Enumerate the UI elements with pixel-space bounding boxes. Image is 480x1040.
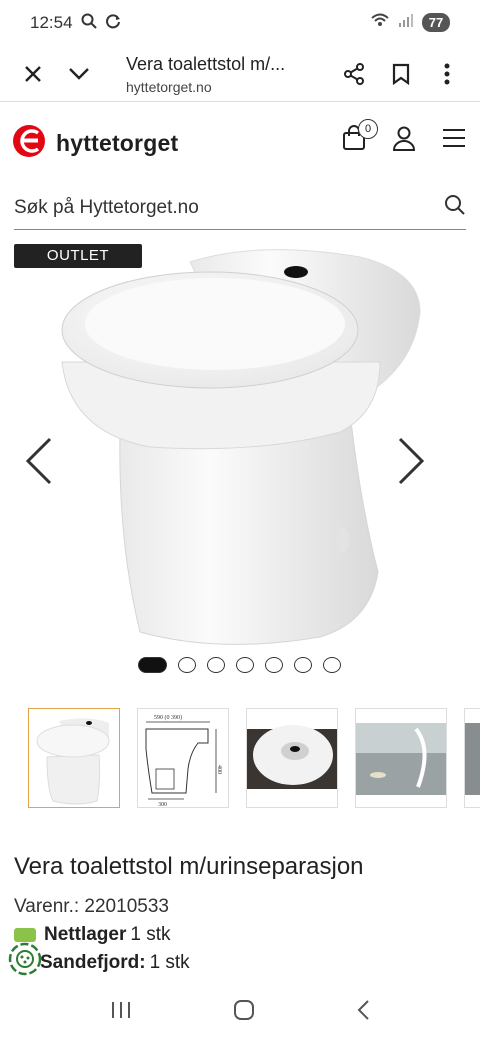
chevron-down-icon[interactable] [64, 59, 94, 89]
next-image-arrow-icon[interactable] [396, 436, 426, 486]
recent-apps-icon[interactable] [110, 1000, 132, 1025]
logo-text: hyttetorget [56, 130, 179, 156]
gallery-dot[interactable] [294, 657, 312, 673]
browser-page-title: Vera toalettstol m/... [126, 53, 286, 74]
cart-count-badge: 0 [358, 119, 378, 139]
logo-mark-icon [12, 124, 46, 163]
stock-row: Sandefjord: 1 stk [40, 952, 190, 974]
product-sku: Varenr.: 22010533 [14, 896, 169, 918]
gallery-dot[interactable] [323, 657, 341, 673]
menu-icon[interactable] [442, 128, 466, 153]
share-icon[interactable] [339, 59, 369, 89]
thumbnail-drawing[interactable]: 590 (0 390) 400 300 [137, 708, 229, 808]
cart-button[interactable]: 0 [342, 119, 378, 156]
gallery-dot[interactable] [178, 657, 196, 673]
sync-status-icon [105, 13, 121, 34]
thumbnail-closeup[interactable] [355, 708, 447, 808]
browser-title-block[interactable]: Vera toalettstol m/... hyttetorget.no [126, 46, 285, 102]
battery-indicator: 77 [422, 13, 450, 32]
back-icon[interactable] [356, 999, 370, 1026]
gallery-thumbnails: 590 (0 390) 400 300 [28, 708, 480, 808]
outlet-badge: OUTLET [14, 244, 142, 268]
drawing-width-label: 590 (0 390) [154, 714, 182, 721]
stock-location: Nettlager [44, 924, 127, 945]
browser-toolbar: Vera toalettstol m/... hyttetorget.no [0, 46, 480, 102]
stock-qty: 1 stk [130, 924, 171, 945]
stock-qty: 1 stk [149, 952, 190, 973]
site-header: hyttetorget 0 [0, 103, 480, 179]
shopping-bag-icon [342, 125, 366, 155]
search-status-icon [81, 13, 97, 34]
search-placeholder: Søk på Hyttetorget.no [14, 196, 199, 218]
gallery-pagination [138, 657, 341, 673]
drawing-base-label: 300 [158, 802, 167, 808]
stock-location: Sandefjord: [40, 952, 146, 973]
cookie-settings-icon[interactable] [8, 942, 42, 976]
thumbnail-bowl-interior[interactable] [246, 708, 338, 808]
status-time: 12:54 [30, 13, 73, 32]
home-icon[interactable] [233, 999, 255, 1026]
account-icon[interactable] [392, 125, 416, 156]
gallery-dot[interactable] [236, 657, 254, 673]
gallery-dot[interactable] [138, 657, 167, 673]
search-icon[interactable] [444, 194, 466, 221]
sku-value: 22010533 [84, 896, 169, 917]
product-title: Vera toalettstol m/urinseparasjon [14, 853, 364, 880]
gallery-dot[interactable] [207, 657, 225, 673]
sku-label: Varenr.: [14, 896, 80, 917]
browser-url: hyttetorget.no [126, 78, 212, 95]
status-bar: 12:54 77 [0, 0, 480, 46]
signal-icon [398, 12, 414, 33]
wifi-icon [370, 12, 390, 33]
gallery-dot[interactable] [265, 657, 283, 673]
more-vertical-icon[interactable] [432, 59, 462, 89]
search-input[interactable]: Søk på Hyttetorget.no [14, 186, 466, 230]
thumbnail-partial[interactable] [464, 708, 480, 808]
drawing-height-label: 400 [216, 765, 222, 774]
close-icon[interactable] [18, 59, 48, 89]
system-nav-bar [0, 984, 480, 1040]
bookmark-icon[interactable] [386, 59, 416, 89]
stock-status-icon [14, 928, 36, 942]
site-logo[interactable]: hyttetorget [12, 124, 178, 163]
thumbnail-toilet[interactable] [28, 708, 120, 808]
prev-image-arrow-icon[interactable] [24, 436, 54, 486]
